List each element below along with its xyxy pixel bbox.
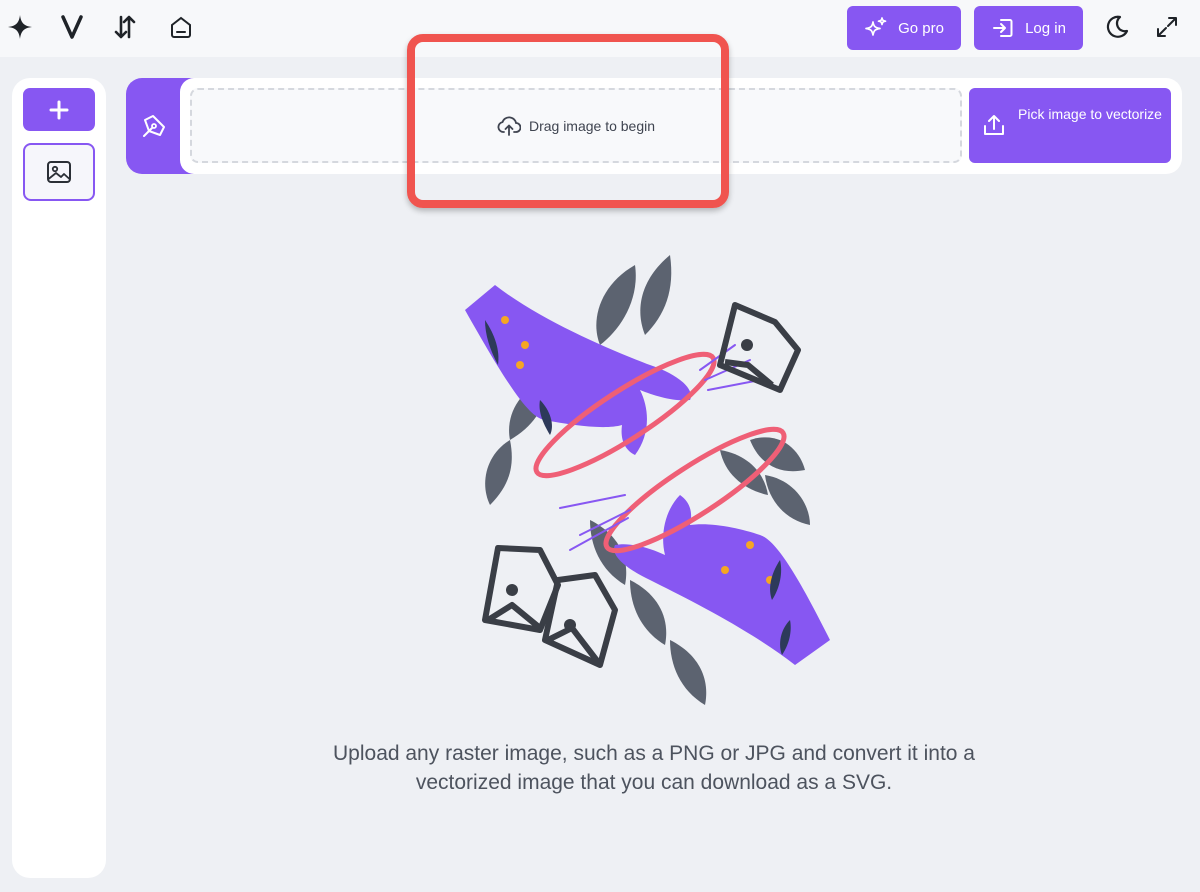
sidebar — [12, 78, 106, 878]
login-icon — [993, 19, 1013, 37]
sparkle-icon[interactable] — [5, 12, 35, 42]
hands-illustration — [465, 255, 830, 705]
highlight-box — [407, 34, 729, 208]
pick-image-button[interactable]: Pick image to vectorize — [969, 88, 1171, 163]
go-pro-label: Go pro — [898, 19, 944, 37]
go-pro-button[interactable]: Go pro — [847, 6, 961, 50]
login-label: Log in — [1025, 19, 1066, 37]
v-logo-icon[interactable] — [57, 12, 87, 42]
moon-icon[interactable] — [1102, 12, 1132, 42]
description-text: Upload any raster image, such as a PNG o… — [333, 742, 975, 794]
login-button[interactable]: Log in — [974, 6, 1083, 50]
sort-arrows-icon[interactable] — [110, 12, 140, 42]
add-image-button[interactable] — [23, 88, 95, 131]
plus-icon — [49, 100, 69, 119]
image-icon — [47, 161, 71, 183]
expand-icon[interactable] — [1152, 12, 1182, 42]
vectorize-tool-tab[interactable] — [126, 78, 208, 174]
upload-icon — [984, 115, 1004, 135]
image-thumbnail-button[interactable] — [23, 143, 95, 201]
home-icon[interactable] — [166, 12, 196, 42]
sparkles-icon — [865, 17, 887, 36]
pen-tool-icon — [143, 115, 165, 137]
pick-image-label: Pick image to vectorize — [1018, 106, 1162, 122]
